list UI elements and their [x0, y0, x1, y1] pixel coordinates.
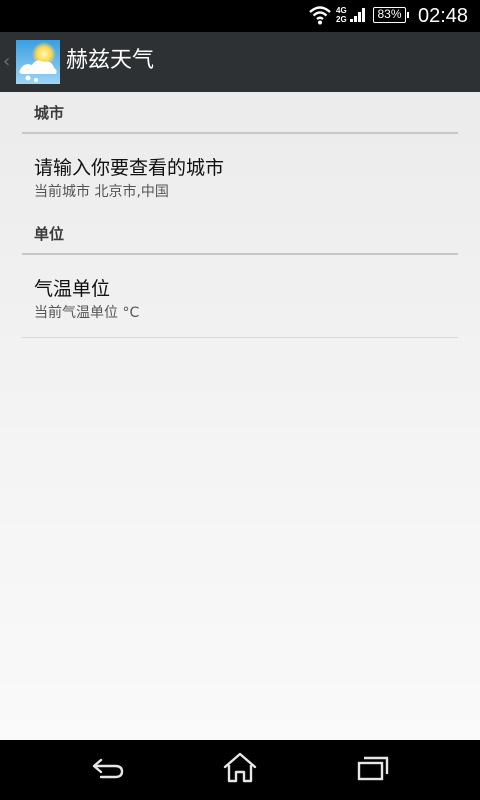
network-type-4g: 4G — [336, 6, 347, 15]
up-caret-icon[interactable]: ‹ — [3, 52, 10, 72]
wifi-icon — [308, 4, 332, 30]
navigation-bar — [0, 740, 480, 800]
home-icon — [222, 752, 258, 788]
action-bar: ‹ 赫兹天气 — [0, 32, 480, 92]
category-city: 城市 — [22, 92, 458, 134]
home-button[interactable] — [215, 752, 265, 788]
status-bar: 4G 2G 83% 02:48 — [0, 0, 480, 32]
back-icon — [91, 756, 125, 784]
screen: 4G 2G 83% 02:48 ‹ 赫兹天气 城市 请输入你要查看的城市 当前城… — [0, 0, 480, 800]
temperature-unit-summary: 当前气温单位 °C — [34, 305, 140, 321]
category-city-label: 城市 — [34, 104, 65, 122]
city-preference-summary: 当前城市 北京市,中国 — [34, 184, 169, 200]
weather-app-icon[interactable] — [16, 40, 60, 84]
temperature-unit-title: 气温单位 — [34, 278, 111, 300]
category-unit-label: 单位 — [34, 225, 65, 243]
network-type-labels: 4G 2G — [336, 6, 347, 24]
signal-icon — [348, 6, 368, 28]
app-title: 赫兹天气 — [66, 48, 155, 73]
clock: 02:48 — [418, 5, 469, 27]
recents-button[interactable] — [348, 752, 398, 788]
city-preference[interactable]: 请输入你要查看的城市 当前城市 北京市,中国 — [22, 134, 458, 213]
network-type-2g: 2G — [336, 15, 347, 24]
recents-icon — [356, 754, 390, 786]
city-preference-title: 请输入你要查看的城市 — [34, 157, 225, 179]
temperature-unit-preference[interactable]: 气温单位 当前气温单位 °C — [22, 255, 458, 338]
category-unit: 单位 — [22, 213, 458, 255]
back-button[interactable] — [83, 752, 133, 788]
settings-list: 城市 请输入你要查看的城市 当前城市 北京市,中国 单位 气温单位 当前气温单位… — [0, 92, 480, 338]
battery-indicator: 83% — [373, 7, 409, 23]
